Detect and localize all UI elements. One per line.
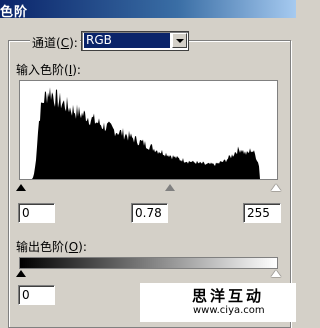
- chevron-down-icon[interactable]: [172, 33, 187, 48]
- title-bar[interactable]: 色阶: [0, 0, 296, 20]
- channel-label: 通道(C):: [30, 34, 80, 51]
- input-black-field[interactable]: 0: [18, 203, 55, 223]
- output-black-point-handle[interactable]: [16, 270, 26, 277]
- input-white-point-handle[interactable]: [271, 184, 281, 191]
- output-levels-label: 输出色阶(O):: [16, 240, 87, 254]
- watermark-url: www.ciya.com: [193, 305, 265, 316]
- channel-select-value: RGB: [84, 33, 170, 48]
- output-levels-slider[interactable]: [16, 270, 281, 280]
- histogram-plot: [32, 87, 260, 179]
- input-levels-label: 输入色阶(I):: [16, 63, 81, 77]
- channel-select[interactable]: RGB: [81, 31, 189, 51]
- window-title: 色阶: [0, 5, 29, 20]
- output-white-point-handle[interactable]: [271, 270, 281, 277]
- watermark-text: 思洋互动: [192, 287, 265, 305]
- input-levels-slider[interactable]: [16, 183, 281, 193]
- histogram: [19, 80, 278, 180]
- histogram-shape: [32, 87, 260, 179]
- input-gamma-field[interactable]: 0.78: [131, 203, 168, 223]
- input-white-field[interactable]: 255: [243, 203, 281, 223]
- output-black-field[interactable]: 0: [18, 285, 55, 305]
- output-gradient-bar: [19, 257, 278, 269]
- input-gamma-handle[interactable]: [165, 184, 175, 191]
- input-black-point-handle[interactable]: [16, 184, 26, 191]
